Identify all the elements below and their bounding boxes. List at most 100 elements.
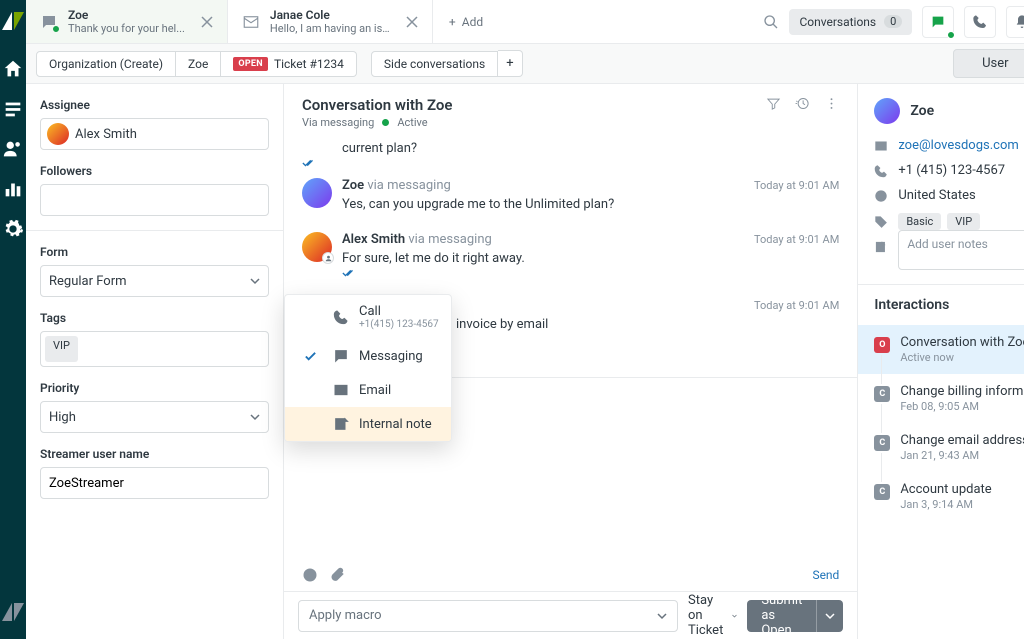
status-badge: O bbox=[874, 337, 890, 353]
globe-icon bbox=[874, 189, 888, 203]
tab-janae[interactable]: Janae Cole Hello, I am having an is... bbox=[228, 0, 433, 43]
customer-location: United States bbox=[898, 188, 975, 203]
customer-phone: +1 (415) 123-4567 bbox=[898, 163, 1005, 178]
chevron-down-icon bbox=[657, 611, 667, 621]
channel-menu-call[interactable]: Call +1(415) 123-4567 bbox=[285, 295, 451, 339]
history-icon[interactable] bbox=[795, 96, 810, 111]
submit-dropdown[interactable] bbox=[816, 600, 843, 632]
apply-macro-select[interactable]: Apply macro bbox=[298, 600, 678, 632]
bottom-bar: Apply macro Stay on Ticket Submit as Ope… bbox=[284, 591, 857, 639]
chevron-down-icon bbox=[250, 412, 260, 422]
side-conversations-button[interactable]: Side conversations bbox=[371, 51, 498, 77]
agent-badge-icon bbox=[322, 252, 334, 264]
side-conversations-add[interactable]: + bbox=[498, 50, 522, 77]
customer-avatar bbox=[874, 98, 900, 124]
interaction-item[interactable]: C Change billing informationFeb 08, 9:05… bbox=[858, 374, 1024, 423]
views-icon[interactable] bbox=[2, 98, 24, 120]
conversation-title: Conversation with Zoe bbox=[302, 96, 452, 114]
search-icon[interactable] bbox=[763, 14, 779, 30]
phone-button[interactable] bbox=[964, 6, 996, 38]
zendesk-mark-icon bbox=[0, 599, 26, 625]
conversation-status: Active bbox=[397, 116, 427, 129]
admin-icon[interactable] bbox=[2, 218, 24, 240]
status-badge: C bbox=[874, 386, 890, 402]
channel-menu: Call +1(415) 123-4567 Messaging bbox=[284, 294, 452, 347]
tab-title: Janae Cole bbox=[270, 8, 390, 22]
status-badge: C bbox=[874, 435, 890, 451]
customer-email[interactable]: zoe@lovesdogs.com bbox=[898, 138, 1018, 153]
customer-profile: Zoe zoe@lovesdogs.com +1 (415) 123-4567 … bbox=[858, 84, 1024, 285]
message-fragment: current plan? bbox=[302, 141, 839, 156]
interaction-item[interactable]: C Account updateJan 3, 9:14 AM bbox=[858, 472, 1024, 521]
customer-name: Zoe bbox=[910, 103, 1024, 119]
channel-menu-messaging[interactable]: Messaging bbox=[285, 339, 451, 347]
message-list: current plan? Zoe via messaging Today at… bbox=[284, 141, 857, 347]
form-label: Form bbox=[40, 245, 269, 259]
streamer-input[interactable] bbox=[40, 467, 269, 499]
message-row: Alex Smith via messaging Today at 9:01 A… bbox=[302, 222, 839, 288]
interactions-title: Interactions bbox=[874, 297, 949, 313]
priority-label: Priority bbox=[40, 381, 269, 395]
chevron-down-icon bbox=[250, 276, 260, 286]
filter-icon[interactable] bbox=[766, 96, 781, 111]
phone-icon bbox=[333, 309, 349, 325]
reporting-icon[interactable] bbox=[2, 178, 24, 200]
message-avatar bbox=[302, 178, 332, 208]
zendesk-logo-icon bbox=[0, 8, 26, 34]
mail-icon bbox=[242, 13, 260, 31]
read-indicator bbox=[302, 158, 839, 168]
phone-icon bbox=[874, 164, 888, 178]
send-button[interactable]: Send bbox=[812, 568, 839, 582]
assignee-avatar bbox=[47, 123, 69, 145]
emoji-icon[interactable] bbox=[302, 567, 318, 583]
form-select[interactable]: Regular Form bbox=[40, 265, 269, 297]
customer-tag: Basic bbox=[898, 213, 941, 230]
breadcrumb-org[interactable]: Organization (Create) bbox=[36, 51, 176, 77]
customer-tag: VIP bbox=[947, 213, 980, 230]
priority-select[interactable]: High bbox=[40, 401, 269, 433]
assignee-field[interactable]: Alex Smith bbox=[40, 118, 269, 150]
close-icon[interactable] bbox=[406, 16, 418, 28]
home-icon[interactable] bbox=[2, 58, 24, 80]
customers-icon[interactable] bbox=[2, 138, 24, 160]
conversations-pill[interactable]: Conversations 0 bbox=[789, 9, 912, 35]
status-badge: C bbox=[874, 484, 890, 500]
close-icon[interactable] bbox=[201, 16, 213, 28]
attach-icon[interactable] bbox=[330, 567, 346, 583]
left-nav bbox=[0, 0, 26, 639]
message-avatar bbox=[302, 232, 332, 262]
breadcrumb-ticket[interactable]: OPEN Ticket #1234 bbox=[221, 51, 357, 77]
stay-on-ticket-button[interactable]: Stay on Ticket bbox=[688, 593, 737, 638]
segment-user[interactable]: User bbox=[953, 49, 1024, 78]
note-icon bbox=[874, 240, 888, 254]
tab-title: Zoe bbox=[68, 8, 185, 22]
tag-icon bbox=[874, 215, 888, 229]
followers-input[interactable] bbox=[40, 184, 269, 216]
tag-chip: VIP bbox=[45, 336, 78, 362]
tab-zoe[interactable]: Zoe Thank you for your hel... bbox=[26, 0, 228, 43]
presence-dot bbox=[52, 25, 60, 33]
message-row: Zoe via messaging Today at 9:01 AM Yes, … bbox=[302, 168, 839, 222]
notifications-button[interactable]: 1 bbox=[1006, 6, 1024, 38]
add-tab-button[interactable]: +Add bbox=[433, 0, 499, 43]
interaction-item[interactable]: O Conversation with ZoeActive now bbox=[858, 325, 1024, 374]
mail-icon bbox=[874, 139, 888, 153]
chat-button[interactable] bbox=[922, 6, 954, 38]
chevron-down-icon bbox=[732, 611, 737, 621]
tab-bar: Zoe Thank you for your hel... Janae Cole… bbox=[26, 0, 1024, 44]
assignee-label: Assignee bbox=[40, 98, 269, 112]
interaction-item[interactable]: C Change email addressJan 21, 9:43 AM bbox=[858, 423, 1024, 472]
tab-subtitle: Thank you for your hel... bbox=[68, 22, 185, 35]
more-icon[interactable] bbox=[824, 96, 839, 111]
submit-button[interactable]: Submit as Open bbox=[747, 600, 843, 632]
read-indicator bbox=[342, 268, 839, 278]
user-notes-input[interactable]: Add user notes bbox=[898, 230, 1024, 270]
tags-input[interactable]: VIP bbox=[40, 331, 269, 367]
conversation-panel: Conversation with Zoe Via messaging Acti… bbox=[284, 84, 858, 639]
status-dot bbox=[382, 119, 389, 126]
context-sidebar: Zoe zoe@lovesdogs.com +1 (415) 123-4567 … bbox=[858, 84, 1024, 639]
conversation-via: Via messaging bbox=[302, 116, 374, 129]
ticket-fields-sidebar: Assignee Alex Smith Followers Form Regul… bbox=[26, 84, 284, 639]
streamer-label: Streamer user name bbox=[40, 447, 269, 461]
breadcrumb-user[interactable]: Zoe bbox=[176, 51, 221, 77]
